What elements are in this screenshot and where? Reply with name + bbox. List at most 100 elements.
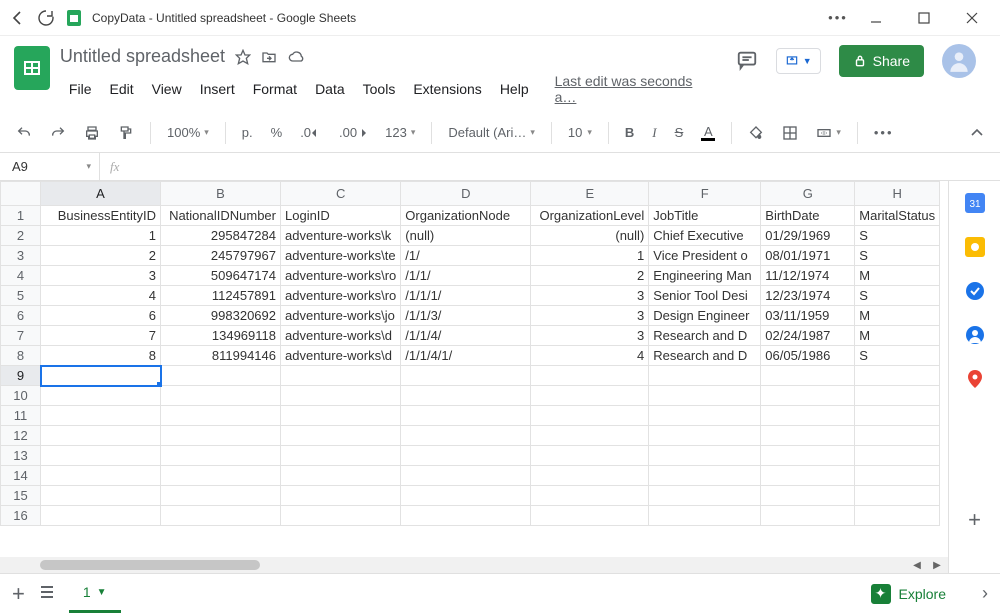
cell[interactable]: M bbox=[855, 326, 940, 346]
cell[interactable] bbox=[281, 406, 401, 426]
cell[interactable] bbox=[855, 386, 940, 406]
window-minimize-button[interactable] bbox=[856, 3, 896, 33]
cell[interactable] bbox=[531, 406, 649, 426]
share-button[interactable]: Share bbox=[839, 45, 924, 77]
cell[interactable]: MaritalStatus bbox=[855, 206, 940, 226]
cell[interactable] bbox=[649, 426, 761, 446]
menu-edit[interactable]: Edit bbox=[100, 77, 142, 101]
column-header-H[interactable]: H bbox=[855, 182, 940, 206]
row-header[interactable]: 13 bbox=[1, 446, 41, 466]
more-formats-button[interactable]: 123 bbox=[379, 121, 421, 144]
column-header-E[interactable]: E bbox=[531, 182, 649, 206]
cell[interactable] bbox=[531, 506, 649, 526]
cell[interactable] bbox=[531, 446, 649, 466]
fill-color-button[interactable] bbox=[742, 121, 770, 145]
cell[interactable] bbox=[855, 366, 940, 386]
move-button[interactable] bbox=[261, 49, 277, 65]
cell[interactable] bbox=[761, 506, 855, 526]
cell[interactable]: 01/29/1969 bbox=[761, 226, 855, 246]
cell[interactable] bbox=[531, 386, 649, 406]
formula-input[interactable] bbox=[129, 153, 1000, 180]
row-header[interactable]: 15 bbox=[1, 486, 41, 506]
cell[interactable]: 7 bbox=[41, 326, 161, 346]
cell[interactable]: /1/1/4/1/ bbox=[401, 346, 531, 366]
cell[interactable]: (null) bbox=[531, 226, 649, 246]
nav-back-button[interactable] bbox=[8, 10, 28, 26]
row-header[interactable]: 11 bbox=[1, 406, 41, 426]
cell[interactable]: 08/01/1971 bbox=[761, 246, 855, 266]
menu-format[interactable]: Format bbox=[244, 77, 306, 101]
row-header[interactable]: 16 bbox=[1, 506, 41, 526]
cell[interactable]: LoginID bbox=[281, 206, 401, 226]
cell[interactable] bbox=[761, 406, 855, 426]
format-currency-button[interactable]: p. bbox=[236, 121, 259, 144]
cell[interactable]: 509647174 bbox=[161, 266, 281, 286]
column-header-D[interactable]: D bbox=[401, 182, 531, 206]
cell[interactable]: adventure-works\d bbox=[281, 326, 401, 346]
menu-tools[interactable]: Tools bbox=[354, 77, 405, 101]
column-header-C[interactable]: C bbox=[281, 182, 401, 206]
add-sheet-button[interactable]: + bbox=[12, 581, 25, 607]
scroll-right-button[interactable]: ▶ bbox=[930, 558, 944, 572]
cell[interactable]: M bbox=[855, 266, 940, 286]
horizontal-scrollbar[interactable]: ◀ ▶ bbox=[0, 557, 948, 573]
row-header[interactable]: 9 bbox=[1, 366, 41, 386]
cell[interactable]: BusinessEntityID bbox=[41, 206, 161, 226]
borders-button[interactable] bbox=[776, 121, 804, 145]
cell[interactable] bbox=[649, 486, 761, 506]
calendar-addon-icon[interactable]: 31 bbox=[965, 193, 985, 213]
cell[interactable]: 998320692 bbox=[161, 306, 281, 326]
cell[interactable]: 3 bbox=[531, 286, 649, 306]
chrome-menu-button[interactable]: ••• bbox=[828, 10, 848, 25]
row-header[interactable]: 5 bbox=[1, 286, 41, 306]
window-close-button[interactable] bbox=[952, 3, 992, 33]
cell[interactable]: /1/ bbox=[401, 246, 531, 266]
cell[interactable] bbox=[531, 366, 649, 386]
cell[interactable]: S bbox=[855, 346, 940, 366]
cell[interactable] bbox=[41, 506, 161, 526]
cell[interactable] bbox=[761, 366, 855, 386]
cell[interactable]: Chief Executive bbox=[649, 226, 761, 246]
zoom-select[interactable]: 100% bbox=[161, 121, 215, 144]
cell[interactable]: /1/1/1/ bbox=[401, 286, 531, 306]
cell[interactable]: Research and D bbox=[649, 346, 761, 366]
cell[interactable]: 3 bbox=[531, 306, 649, 326]
maps-addon-icon[interactable] bbox=[965, 369, 985, 389]
cell[interactable]: 2 bbox=[41, 246, 161, 266]
cell[interactable]: 8 bbox=[41, 346, 161, 366]
cell[interactable] bbox=[281, 486, 401, 506]
bold-button[interactable]: B bbox=[619, 121, 640, 144]
cell[interactable] bbox=[161, 386, 281, 406]
cell[interactable] bbox=[161, 366, 281, 386]
strikethrough-button[interactable]: S bbox=[669, 121, 690, 144]
cell[interactable] bbox=[649, 386, 761, 406]
cell[interactable]: 12/23/1974 bbox=[761, 286, 855, 306]
menu-view[interactable]: View bbox=[143, 77, 191, 101]
comment-history-button[interactable] bbox=[736, 49, 758, 74]
cell[interactable] bbox=[281, 366, 401, 386]
cell[interactable]: 3 bbox=[41, 266, 161, 286]
cell[interactable] bbox=[761, 446, 855, 466]
cell[interactable]: adventure-works\jo bbox=[281, 306, 401, 326]
menu-help[interactable]: Help bbox=[491, 77, 538, 101]
account-avatar[interactable] bbox=[942, 44, 976, 78]
cell[interactable]: 112457891 bbox=[161, 286, 281, 306]
cell[interactable] bbox=[761, 386, 855, 406]
reload-button[interactable] bbox=[36, 10, 56, 26]
cell[interactable]: Vice President o bbox=[649, 246, 761, 266]
cell[interactable] bbox=[649, 506, 761, 526]
cell[interactable] bbox=[531, 486, 649, 506]
cell[interactable]: S bbox=[855, 286, 940, 306]
font-family-select[interactable]: Default (Ari… bbox=[442, 121, 541, 144]
menu-file[interactable]: File bbox=[60, 77, 101, 101]
paint-format-button[interactable] bbox=[112, 121, 140, 145]
decrease-decimal-button[interactable]: .0 bbox=[294, 121, 327, 144]
font-size-select[interactable]: 10 bbox=[562, 121, 598, 144]
contacts-addon-icon[interactable] bbox=[965, 325, 985, 345]
cell[interactable] bbox=[41, 366, 161, 386]
cell[interactable] bbox=[281, 426, 401, 446]
cell[interactable] bbox=[401, 486, 531, 506]
cell[interactable]: 1 bbox=[41, 226, 161, 246]
cell[interactable]: Design Engineer bbox=[649, 306, 761, 326]
cell[interactable] bbox=[161, 406, 281, 426]
